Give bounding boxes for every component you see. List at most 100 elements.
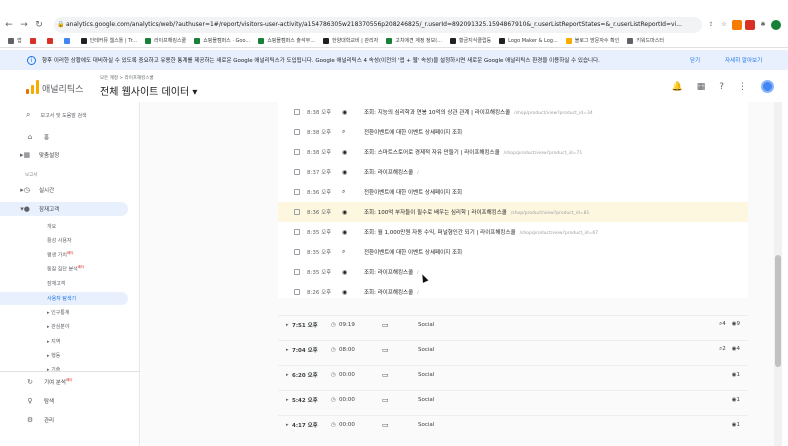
property-selector[interactable]: 전체 웹사이트 데이터 ▾ — [100, 83, 197, 98]
audience-lifetime-value[interactable]: 평생 가치베타 — [47, 251, 73, 259]
bookmark-item[interactable]: 앱 — [8, 37, 22, 44]
puzzle-icon[interactable]: ✱ — [758, 20, 768, 30]
more-icon[interactable]: ⋮ — [738, 82, 747, 92]
subgroup-behavior[interactable]: ▸ 행동 — [47, 352, 60, 359]
session-duration: 00:00 — [339, 371, 355, 378]
activity-time: 8:37 오후 — [307, 170, 332, 176]
bookmark-icon — [29, 37, 36, 44]
help-icon[interactable]: ? — [719, 82, 724, 92]
bookmark-label: 앱 — [17, 38, 22, 44]
audience-active-users[interactable]: 활성 사용자 — [47, 237, 72, 244]
back-icon[interactable]: ← — [3, 19, 15, 31]
session-row[interactable]: ▸ 4:17 오후 ◷ 00:00 ▭ Social ◉1 — [278, 415, 748, 433]
bookmark-icon — [8, 37, 14, 44]
activity-path: /shop/product/view?product_id=67 — [519, 231, 599, 236]
activity-checkbox[interactable] — [294, 109, 300, 115]
bookmark-item[interactable] — [29, 37, 39, 44]
url-bar-row: ← → ↻ 🔒 analytics.google.com/analytics/w… — [0, 17, 788, 33]
sidebar-item-realtime[interactable]: ▸◷ 실시간 — [0, 183, 140, 197]
activity-checkbox[interactable] — [294, 269, 300, 275]
bookmark-item[interactable]: 블로그 방문자수 확인 — [565, 37, 619, 44]
activity-row[interactable]: 8:37 오후 ◉ 조회: 라이프해킹스쿨 / — [278, 162, 748, 182]
event-count: ⌕4 — [719, 321, 726, 327]
subgroup-interests[interactable]: ▸ 관심분야 — [47, 323, 70, 330]
sidebar-item-customization[interactable]: ▸▦ 맞춤설정 — [0, 148, 140, 162]
activity-checkbox[interactable] — [294, 189, 300, 195]
subgroup-geo[interactable]: ▸ 지역 — [47, 338, 60, 345]
activity-row[interactable]: 8:35 오후 ◉ 조회: 라이프해킹스쿨 / — [278, 262, 748, 282]
forward-icon[interactable]: → — [18, 19, 30, 31]
search-input[interactable]: 보고서 및 도움말 검색 — [40, 112, 86, 119]
bookmark-item[interactable] — [63, 37, 73, 44]
session-row[interactable]: ▸ 7:51 오후 ◷ 09:19 ▭ Social ⌕4 ◉9 — [278, 315, 748, 333]
session-row[interactable]: ▸ 7:04 오후 ◷ 08:00 ▭ Social ⌕2 ◉4 — [278, 340, 748, 358]
menu-dots-icon[interactable]: ⋮ — [784, 20, 788, 30]
activity-checkbox[interactable] — [294, 129, 300, 135]
activity-row[interactable]: 8:38 오후 ⌕ 전환이벤트에 대한 이벤트 상세페이지 조회 — [278, 122, 748, 142]
reload-icon[interactable]: ↻ — [33, 19, 45, 31]
audience-overview[interactable]: 개요 — [47, 223, 56, 230]
bookmark-item[interactable]: 황금지식클럽등 — [449, 37, 491, 44]
expand-arrow-icon[interactable]: ▸ — [286, 347, 289, 353]
sidebar-item-attribution[interactable]: ↻ 기여 분석베타 — [0, 375, 140, 389]
activity-checkbox[interactable] — [294, 229, 300, 235]
profile-icon[interactable] — [771, 20, 781, 30]
activity-row[interactable]: 8:36 오후 ⌕ 전환이벤트에 대한 이벤트 상세페이지 조회 — [278, 182, 748, 202]
session-duration: 09:19 — [339, 321, 355, 328]
star-icon[interactable]: ☆ — [719, 20, 729, 30]
activity-row[interactable]: 8:35 오후 ⌕ 전환이벤트에 대한 이벤트 상세페이지 조회 — [278, 242, 748, 262]
activity-row[interactable]: 8:26 오후 ◉ 조회: 라이프해킹스쿨 / — [278, 282, 748, 302]
address-bar[interactable]: 🔒 analytics.google.com/analytics/web/?au… — [54, 17, 702, 33]
sidebar-item-label: 기여 분석베타 — [44, 378, 73, 386]
bookmark-item[interactable]: 쇼핑몰캠퍼스 출석부... — [258, 37, 315, 44]
share-icon[interactable]: ⇪ — [706, 20, 716, 30]
activity-checkbox[interactable] — [294, 249, 300, 255]
apps-grid-icon[interactable]: ▦ — [697, 82, 706, 92]
audience-cohort-analysis[interactable]: 동질 집단 분석베타 — [47, 265, 84, 273]
expand-arrow-icon[interactable]: ▸ — [286, 397, 289, 403]
sidebar-item-home[interactable]: ⌂ 홈 — [0, 130, 140, 144]
activity-row[interactable]: 8:36 오후 ◉ 조회: 100억 부자들이 필수로 배우는 심리학 | 라이프해… — [278, 202, 748, 222]
bookmark-item[interactable]: 키워드마스터 — [627, 37, 664, 44]
session-row[interactable]: ▸ 5:42 오후 ◷ 00:00 ▭ Social ◉1 — [278, 390, 748, 408]
audience-audiences[interactable]: 잠재고객 — [47, 280, 65, 287]
activity-row[interactable]: 8:35 오후 ◉ 조회: 월 1,000만원 자동 수익, 퍼널형인간 되기 | … — [278, 222, 748, 242]
activity-row[interactable]: 8:38 오후 ◉ 조회: 스마트스토어로 경제적 자유 만들기 | 라이프해킹스쿨… — [278, 142, 748, 162]
bookmark-icon — [565, 37, 572, 44]
expand-arrow-icon[interactable]: ▸ — [286, 322, 289, 328]
bookmark-item[interactable]: 인테커뮤 웹스톨 | Tr... — [80, 37, 137, 44]
bookmark-icon — [46, 37, 53, 44]
bookmark-item[interactable]: 고치애견 계정 정보(... — [386, 37, 442, 44]
activity-checkbox[interactable] — [294, 209, 300, 215]
notification-icon[interactable]: 🔔 — [671, 82, 682, 92]
subgroup-demographics[interactable]: ▸ 인구통계 — [47, 309, 70, 316]
sidebar-item-user-explorer[interactable]: 사용자 탐색기 — [0, 292, 128, 305]
extension-orange-icon[interactable] — [732, 20, 742, 30]
bookmark-item[interactable]: 쇼핑몰캠퍼스 · Goo... — [194, 37, 250, 44]
activity-time: 8:38 오후 — [307, 110, 332, 116]
bookmark-item[interactable]: 라이프해킹스쿨 — [144, 37, 186, 44]
scrollbar-thumb[interactable] — [775, 255, 781, 367]
avatar[interactable] — [761, 80, 774, 93]
sidebar-item-admin[interactable]: ⚙ 관리 — [0, 413, 140, 427]
extension-red-icon[interactable] — [745, 20, 755, 30]
account-breadcrumb[interactable]: 모든 계정 > 라이프해킹스쿨 — [100, 75, 154, 81]
bookmark-item[interactable]: Logo Maker & Log... — [499, 37, 558, 44]
bookmark-item[interactable] — [46, 37, 56, 44]
expand-arrow-icon[interactable]: ▸ — [286, 422, 289, 428]
activity-checkbox[interactable] — [294, 169, 300, 175]
activity-checkbox[interactable] — [294, 289, 300, 295]
banner-learn-more-link[interactable]: 자세히 알아보기 — [725, 56, 762, 64]
activity-path: / — [417, 171, 419, 176]
expand-arrow-icon[interactable]: ▸ — [286, 372, 289, 378]
banner-close-link[interactable]: 닫기 — [690, 56, 700, 64]
session-row[interactable]: ▸ 6:20 오후 ◷ 00:00 ▭ Social ◉1 — [278, 365, 748, 383]
sidebar-item-audience[interactable]: ▾● 잠재고객 — [0, 202, 128, 216]
bookmark-item[interactable]: 한양대학교비 | 관리자 — [322, 37, 378, 44]
sidebar-search[interactable]: ⌕ 보고서 및 도움말 검색 — [26, 110, 87, 120]
sidebar-item-discover[interactable]: ♀ 탐색 — [0, 394, 140, 408]
activity-checkbox[interactable] — [294, 149, 300, 155]
activity-title: 조회: 라이프해킹스쿨 / — [364, 270, 419, 276]
gear-icon: ⚙ — [26, 416, 34, 424]
activity-row[interactable]: 8:38 오후 ◉ 조회: 지능의 심리학과 연봉 10억의 상관 관계 | 라이프… — [278, 102, 748, 122]
